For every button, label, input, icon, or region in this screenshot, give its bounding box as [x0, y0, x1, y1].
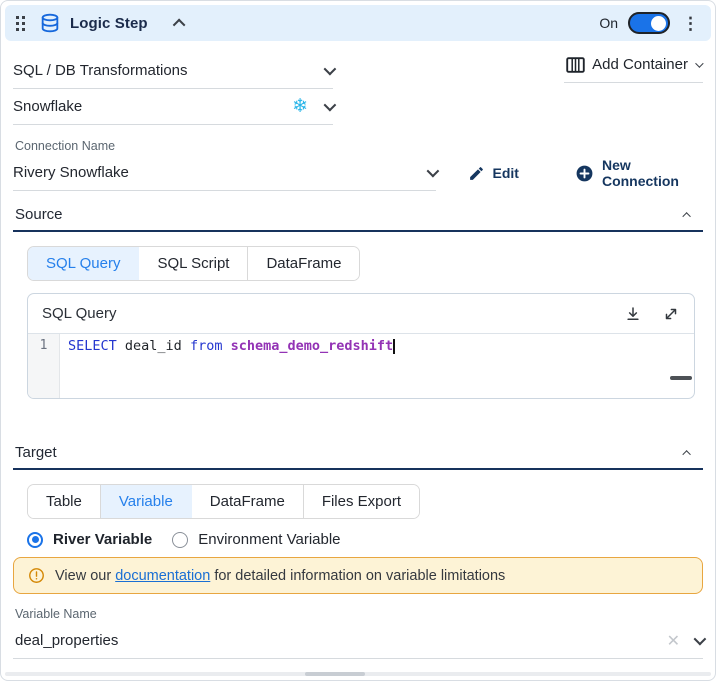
- connection-value: Rivery Snowflake: [13, 164, 427, 181]
- collapse-step-icon[interactable]: [176, 19, 185, 28]
- documentation-link[interactable]: documentation: [115, 568, 210, 584]
- alert-text: View our documentation for detailed info…: [55, 568, 505, 584]
- chevron-down-icon: [695, 59, 703, 67]
- code-token: from: [190, 338, 223, 354]
- horizontal-scrollbar[interactable]: [5, 672, 711, 676]
- variable-name-value: deal_properties: [15, 632, 667, 649]
- editor-scrollbar-thumb[interactable]: [670, 376, 692, 380]
- chevron-down-icon: [324, 63, 337, 76]
- editor-title: SQL Query: [42, 305, 604, 322]
- add-container-icon: [566, 57, 585, 73]
- variable-name-label: Variable Name: [15, 607, 703, 621]
- source-section-header: Source: [13, 205, 703, 232]
- tab-files-export[interactable]: Files Export: [304, 485, 419, 518]
- code-line[interactable]: SELECT deal_id from schema_demo_redshift: [60, 334, 395, 398]
- tab-dataframe-target[interactable]: DataFrame: [192, 485, 304, 518]
- expand-icon[interactable]: [662, 305, 680, 323]
- text-cursor: [393, 339, 395, 354]
- datasource-select[interactable]: Snowflake ❄: [13, 89, 333, 125]
- variable-limitations-alert: View our documentation for detailed info…: [13, 557, 703, 594]
- transformation-type-select[interactable]: SQL / DB Transformations: [13, 53, 333, 89]
- code-token: SELECT: [68, 338, 117, 354]
- sql-query-editor: SQL Query 1: [27, 293, 695, 399]
- collapse-source-icon[interactable]: [685, 205, 691, 223]
- connection-select[interactable]: Rivery Snowflake: [13, 155, 436, 191]
- info-icon: [28, 567, 45, 584]
- collapse-target-icon[interactable]: [685, 443, 691, 461]
- source-tabs: SQL Query SQL Script DataFrame: [27, 246, 360, 281]
- logic-step-panel: Logic Step On ⋮ SQL / DB Transformations…: [0, 0, 716, 681]
- editor-header: SQL Query: [28, 294, 694, 334]
- tab-sql-query[interactable]: SQL Query: [28, 247, 139, 280]
- variable-name-select[interactable]: deal_properties ✕: [13, 623, 703, 659]
- pencil-icon: [468, 165, 485, 182]
- logic-step-header: Logic Step On ⋮: [5, 5, 711, 41]
- transformation-type-value: SQL / DB Transformations: [13, 62, 324, 79]
- tab-sql-script[interactable]: SQL Script: [139, 247, 248, 280]
- new-connection-label: New Connection: [602, 157, 703, 189]
- chevron-down-icon: [694, 633, 707, 646]
- variable-type-radio-group: River Variable Environment Variable: [27, 531, 689, 548]
- target-section-header: Target: [13, 443, 703, 470]
- source-title: Source: [15, 206, 63, 223]
- code-token: [222, 338, 230, 354]
- step-enabled-toggle[interactable]: [628, 12, 670, 34]
- code-area[interactable]: 1 SELECT deal_id from schema_demo_redshi…: [28, 334, 694, 398]
- river-variable-radio[interactable]: [27, 532, 43, 548]
- connection-name-label: Connection Name: [15, 139, 703, 153]
- drag-handle-icon[interactable]: [15, 15, 27, 32]
- step-title: Logic Step: [70, 15, 148, 32]
- datasource-value: Snowflake: [13, 98, 292, 115]
- plus-circle-icon: [575, 164, 594, 183]
- code-token: deal_id: [117, 338, 190, 354]
- new-connection-button[interactable]: New Connection: [575, 157, 703, 189]
- line-number-gutter: 1: [28, 334, 60, 398]
- code-token: schema_demo_redshift: [231, 338, 394, 354]
- kebab-menu-icon[interactable]: ⋮: [682, 15, 699, 32]
- tab-dataframe[interactable]: DataFrame: [248, 247, 359, 280]
- add-container-label: Add Container: [592, 56, 688, 73]
- chevron-down-icon: [426, 165, 439, 178]
- edit-label: Edit: [493, 165, 519, 181]
- edit-connection-button[interactable]: Edit: [468, 165, 519, 182]
- snowflake-icon: ❄: [292, 97, 308, 116]
- download-icon[interactable]: [624, 305, 642, 323]
- clear-x-icon[interactable]: ✕: [667, 631, 680, 651]
- environment-variable-label[interactable]: Environment Variable: [198, 531, 340, 548]
- database-icon: [39, 12, 61, 34]
- chevron-down-icon: [324, 99, 337, 112]
- scrollbar-thumb[interactable]: [305, 672, 365, 676]
- tab-table[interactable]: Table: [28, 485, 101, 518]
- line-number: 1: [40, 338, 48, 353]
- tab-variable[interactable]: Variable: [101, 485, 192, 518]
- target-title: Target: [15, 444, 57, 461]
- target-tabs: Table Variable DataFrame Files Export: [27, 484, 420, 519]
- river-variable-label[interactable]: River Variable: [53, 531, 152, 548]
- toggle-state-label: On: [599, 15, 618, 31]
- add-container-button[interactable]: Add Container: [564, 47, 703, 83]
- environment-variable-radio[interactable]: [172, 532, 188, 548]
